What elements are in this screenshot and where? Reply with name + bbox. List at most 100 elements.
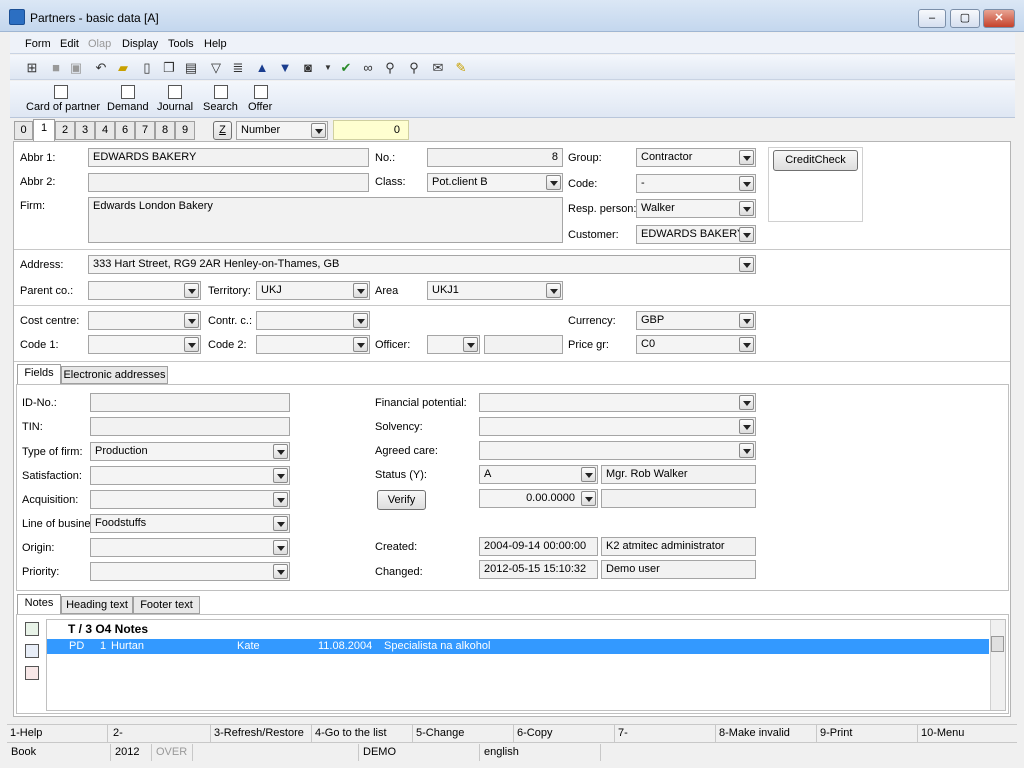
tab-7[interactable]: 7 (135, 121, 155, 140)
origin-select[interactable] (90, 538, 290, 557)
chevron-down-icon[interactable] (273, 516, 288, 531)
mail-icon[interactable]: ✉ (430, 60, 446, 76)
table-row[interactable]: PD 1 Hurtan Kate 11.08.2004 Specialista … (47, 639, 989, 654)
scrollbar-thumb[interactable] (991, 636, 1004, 652)
tab-4[interactable]: 4 (95, 121, 115, 140)
chevron-down-icon[interactable] (739, 227, 754, 242)
price-gr-select[interactable]: C0 (636, 335, 756, 354)
tab-fields[interactable]: Fields (17, 364, 61, 384)
creditcheck-button[interactable]: CreditCheck (773, 150, 858, 171)
tab-footer-text[interactable]: Footer text (133, 596, 200, 614)
no-field[interactable]: 8 (427, 148, 563, 167)
chevron-down-icon[interactable] (184, 313, 199, 328)
tab-0[interactable]: 0 (14, 121, 33, 140)
chevron-down-icon[interactable] (273, 468, 288, 483)
chevron-down-icon[interactable] (739, 201, 754, 216)
contr-c-select[interactable] (256, 311, 370, 330)
status-person-field[interactable]: Mgr. Rob Walker (601, 465, 756, 484)
resp-person-select[interactable]: Walker (636, 199, 756, 218)
f9-print-button[interactable]: 9-Print (818, 725, 918, 742)
check-icon[interactable]: ✔ (338, 60, 354, 76)
tab-9[interactable]: 9 (175, 121, 195, 140)
minimize-button[interactable]: – (918, 9, 946, 28)
chevron-down-icon[interactable] (739, 313, 754, 328)
binoculars-icon[interactable]: ∞ (360, 60, 376, 76)
chevron-down-icon[interactable] (463, 337, 478, 352)
tree-icon[interactable]: ⊞ (24, 60, 40, 76)
territory-select[interactable]: UKJ (256, 281, 370, 300)
f2-button[interactable]: 2- (111, 725, 211, 742)
officer-name-field[interactable] (484, 335, 563, 354)
id-no-field[interactable] (90, 393, 290, 412)
f1-help-button[interactable]: 1-Help (8, 725, 108, 742)
menu-display[interactable]: Display (122, 38, 158, 50)
chevron-down-icon[interactable] (184, 337, 199, 352)
menu-olap[interactable]: Olap (88, 38, 111, 50)
tin-field[interactable] (90, 417, 290, 436)
chevron-down-icon[interactable] (739, 257, 754, 272)
chevron-down-icon[interactable] (273, 492, 288, 507)
class-select[interactable]: Pot.client B (427, 173, 563, 192)
chevron-down-icon[interactable] (739, 419, 754, 434)
notepad-icon[interactable]: ✎ (453, 60, 469, 76)
delete-note-icon[interactable] (25, 666, 39, 680)
code-select[interactable]: - (636, 174, 756, 193)
chevron-down-icon[interactable] (739, 395, 754, 410)
demand-button[interactable]: Demand (107, 101, 149, 113)
tab-3[interactable]: 3 (75, 121, 95, 140)
customer-select[interactable]: EDWARDS BAKERY (636, 225, 756, 244)
chevron-down-icon[interactable] (739, 150, 754, 165)
f8-make-invalid-button[interactable]: 8-Make invalid (717, 725, 817, 742)
verify-date-select[interactable]: 0.00.0000 (479, 489, 598, 508)
tab-notes[interactable]: Notes (17, 594, 61, 614)
f3-refresh-button[interactable]: 3-Refresh/Restore (212, 725, 312, 742)
camera-icon[interactable]: ◙ (300, 60, 316, 76)
type-of-firm-select[interactable]: Production (90, 442, 290, 461)
cost-centre-select[interactable] (88, 311, 201, 330)
line-of-business-select[interactable]: Foodstuffs (90, 514, 290, 533)
acquisition-select[interactable] (90, 490, 290, 509)
firm-field[interactable]: Edwards London Bakery (88, 197, 563, 243)
chevron-down-icon[interactable] (353, 313, 368, 328)
search-person-icon[interactable]: ⚲ (382, 60, 398, 76)
verify-button[interactable]: Verify (377, 490, 426, 510)
scrollbar[interactable] (990, 620, 1005, 710)
chevron-down-icon[interactable] (581, 491, 596, 506)
book-icon[interactable]: ▤ (183, 60, 199, 76)
solvency-select[interactable] (479, 417, 756, 436)
chevron-down-icon[interactable] (739, 176, 754, 191)
add-note-icon[interactable] (25, 622, 39, 636)
close-button[interactable]: ✕ (983, 9, 1015, 28)
tab-1[interactable]: 1 (33, 119, 55, 141)
agreed-care-select[interactable] (479, 441, 756, 460)
satisfaction-select[interactable] (90, 466, 290, 485)
f6-copy-button[interactable]: 6-Copy (515, 725, 615, 742)
maximize-button[interactable]: ▢ (950, 9, 980, 28)
group-select[interactable]: Contractor (636, 148, 756, 167)
search-value-input[interactable]: 0 (333, 120, 409, 140)
chevron-down-icon[interactable] (184, 283, 199, 298)
chevron-down-icon[interactable] (739, 337, 754, 352)
arrow-up-icon[interactable]: ▲ (254, 60, 270, 76)
f5-change-button[interactable]: 5-Change (414, 725, 514, 742)
new-icon[interactable]: ▯ (139, 60, 155, 76)
offer-button[interactable]: Offer (248, 101, 272, 113)
f7-button[interactable]: 7- (616, 725, 716, 742)
tab-2[interactable]: 2 (55, 121, 75, 140)
chevron-down-icon[interactable] (353, 337, 368, 352)
chevron-down-icon[interactable] (353, 283, 368, 298)
save-all-icon[interactable]: ▣ (68, 60, 84, 76)
code1-select[interactable] (88, 335, 201, 354)
tab-6[interactable]: 6 (115, 121, 135, 140)
search-next-icon[interactable]: ⚲ (406, 60, 422, 76)
chevron-down-icon[interactable] (739, 443, 754, 458)
filter-icon[interactable]: ▽ (208, 60, 224, 76)
chevron-down-icon[interactable] (273, 540, 288, 555)
arrow-down-icon[interactable]: ▼ (277, 60, 293, 76)
area-select[interactable]: UKJ1 (427, 281, 563, 300)
verify-note-field[interactable] (601, 489, 756, 508)
parent-co-select[interactable] (88, 281, 201, 300)
chevron-down-icon[interactable] (581, 467, 596, 482)
chevron-down-icon[interactable] (273, 444, 288, 459)
card-of-partner-button[interactable]: Card of partner (26, 101, 100, 113)
